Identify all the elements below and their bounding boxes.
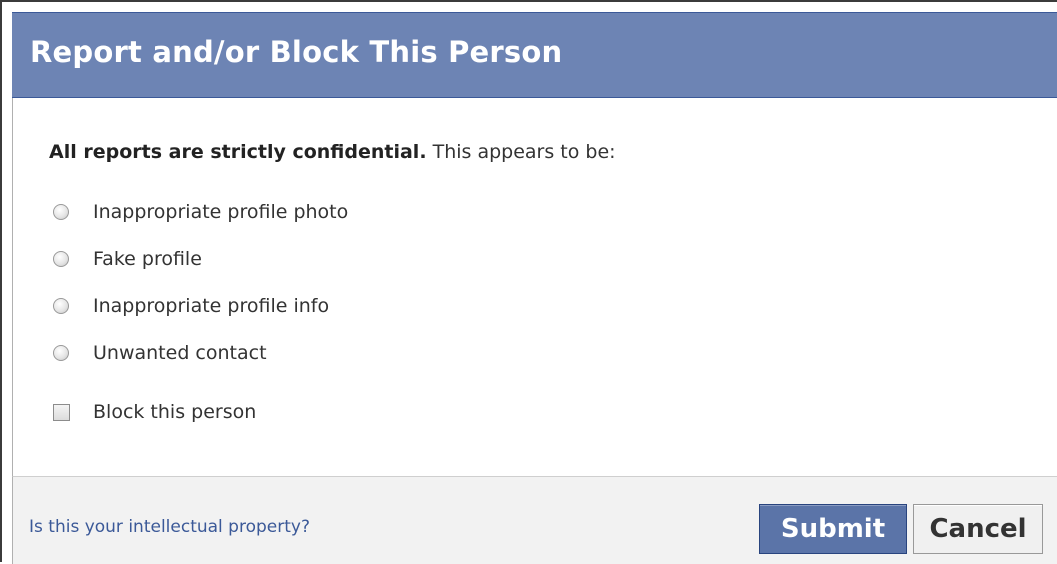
confidential-notice: All reports are strictly confidential. bbox=[49, 141, 427, 163]
block-person-option[interactable]: Block this person bbox=[53, 401, 256, 423]
block-person-label: Block this person bbox=[93, 401, 257, 423]
cancel-button[interactable]: Cancel bbox=[913, 504, 1043, 554]
option-unwanted-contact[interactable]: Unwanted contact bbox=[53, 342, 267, 364]
dialog-footer: Is this your intellectual property? Subm… bbox=[12, 476, 1057, 564]
option-label: Unwanted contact bbox=[93, 342, 267, 364]
report-intro: All reports are strictly confidential. T… bbox=[49, 141, 616, 163]
checkbox-icon[interactable] bbox=[53, 403, 70, 421]
option-label: Inappropriate profile photo bbox=[93, 201, 349, 223]
option-label: Inappropriate profile info bbox=[93, 295, 330, 317]
radio-button-icon[interactable] bbox=[53, 298, 69, 314]
radio-button-icon[interactable] bbox=[53, 345, 69, 361]
appears-to-be-text: This appears to be: bbox=[426, 141, 616, 163]
option-label: Fake profile bbox=[93, 248, 202, 270]
option-fake-profile[interactable]: Fake profile bbox=[53, 248, 202, 270]
report-block-dialog: Report and/or Block This Person All repo… bbox=[0, 0, 1057, 564]
option-inappropriate-photo[interactable]: Inappropriate profile photo bbox=[53, 201, 348, 223]
dialog-body: All reports are strictly confidential. T… bbox=[12, 98, 1057, 476]
dialog-title: Report and/or Block This Person bbox=[30, 35, 563, 69]
option-inappropriate-info[interactable]: Inappropriate profile info bbox=[53, 295, 329, 317]
radio-button-icon[interactable] bbox=[53, 251, 69, 267]
dialog-header: Report and/or Block This Person bbox=[12, 12, 1057, 98]
radio-button-icon[interactable] bbox=[53, 204, 69, 220]
intellectual-property-link[interactable]: Is this your intellectual property? bbox=[29, 517, 310, 537]
submit-button[interactable]: Submit bbox=[759, 504, 907, 554]
